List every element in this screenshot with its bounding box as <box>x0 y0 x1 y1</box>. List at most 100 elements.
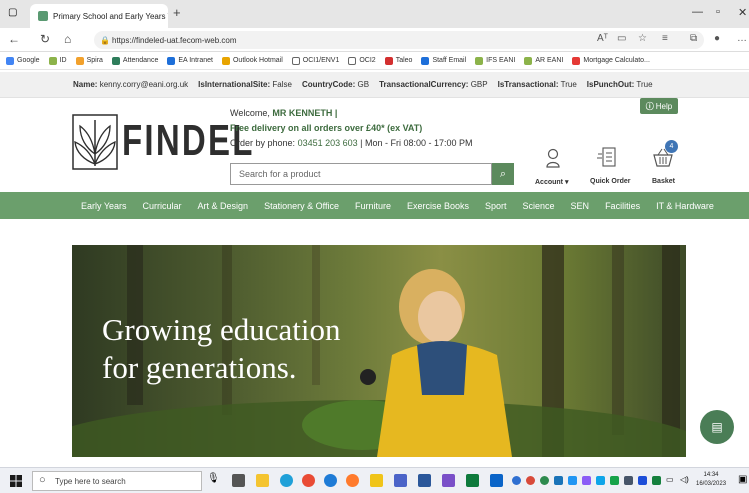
network-icon[interactable]: ▭ <box>666 475 674 484</box>
nav-item[interactable]: Facilities <box>605 201 640 211</box>
basket-count-badge: 4 <box>665 140 678 153</box>
site-favicon-icon <box>38 11 48 21</box>
notifications-icon[interactable]: ▣ <box>738 474 747 485</box>
info-country: CountryCode: GB <box>301 80 370 89</box>
info-transactional: IsTransactional: True <box>497 80 577 89</box>
tray-app-icon[interactable] <box>540 476 549 485</box>
restore-icon[interactable]: ▫ <box>716 6 720 18</box>
favorite-item[interactable]: Staff Email <box>421 56 466 65</box>
search-icon: ○ <box>39 474 46 486</box>
tray-app-icon[interactable] <box>526 476 535 485</box>
url-text: https://findeled-uat.fecom-web.com <box>112 35 237 45</box>
favorite-item[interactable]: OCI2 <box>348 56 376 65</box>
account-menu[interactable]: Account ▾ <box>535 178 568 186</box>
favorite-item[interactable]: Outlook Hotmail <box>221 56 283 65</box>
tray-app-icon[interactable] <box>624 476 633 485</box>
url-input[interactable]: 🔒 https://findeled-uat.fecom-web.com <box>94 31 704 49</box>
teams-icon[interactable] <box>394 474 407 487</box>
windows-taskbar: ○ Type here to search 🎙 ▭ ◁) 14:34 16/03… <box>0 467 749 493</box>
file-explorer-icon[interactable] <box>256 474 269 487</box>
chat-widget-button[interactable]: ▤ <box>700 410 734 444</box>
tab-active[interactable]: Primary School and Early Years T ✕ <box>30 4 168 28</box>
favorite-item[interactable]: Attendance <box>111 56 158 65</box>
microphone-icon[interactable]: 🎙 <box>207 473 220 484</box>
tray-app-icon[interactable] <box>512 476 521 485</box>
favorites-icon[interactable]: ≡ <box>662 33 668 44</box>
hero-headline: Growing education for generations. <box>102 312 341 385</box>
taskbar-search-input[interactable]: ○ Type here to search <box>32 471 202 491</box>
tray-app-icon[interactable] <box>596 476 605 485</box>
nav-item[interactable]: Science <box>523 201 555 211</box>
collections-icon[interactable]: ⧉ <box>690 33 697 44</box>
quick-order-link[interactable]: Quick Order <box>590 178 630 185</box>
tab-actions-icon[interactable]: ▢ <box>8 7 17 18</box>
word-icon[interactable] <box>418 474 431 487</box>
volume-icon[interactable]: ◁) <box>680 475 689 484</box>
windows-start-icon[interactable] <box>10 475 22 487</box>
back-icon[interactable]: ← <box>8 32 20 46</box>
tray-app-icon[interactable] <box>568 476 577 485</box>
read-aloud-icon[interactable]: Aᵀ <box>597 33 608 44</box>
chrome-icon[interactable] <box>302 474 315 487</box>
taskbar-clock[interactable]: 14:34 16/03/2023 <box>696 471 726 489</box>
tray-app-icon[interactable] <box>582 476 591 485</box>
favorite-item[interactable]: ID <box>48 56 67 65</box>
favorite-star-icon[interactable]: ☆ <box>638 33 647 44</box>
favorite-item[interactable]: Taleo <box>384 56 412 65</box>
category-nav: Early Years Curricular Art & Design Stat… <box>0 192 749 219</box>
edge-icon[interactable] <box>280 474 293 487</box>
address-bar-row: ← ↻ ⌂ 🔒 https://findeled-uat.fecom-web.c… <box>0 28 749 52</box>
browser-tab-bar: ▢ Primary School and Early Years T ✕ + —… <box>0 0 749 28</box>
firefox-icon[interactable] <box>346 474 359 487</box>
nav-item[interactable]: SEN <box>571 201 590 211</box>
quick-order-icon[interactable] <box>597 146 617 168</box>
product-search-input[interactable]: Search for a product <box>230 163 492 185</box>
nav-item[interactable]: Stationery & Office <box>264 201 339 211</box>
nav-item[interactable]: Art & Design <box>198 201 249 211</box>
internet-explorer-icon[interactable] <box>324 474 337 487</box>
split-screen-icon[interactable]: ▭ <box>617 33 626 44</box>
close-window-icon[interactable]: ✕ <box>738 6 747 19</box>
nav-item[interactable]: Exercise Books <box>407 201 469 211</box>
favorite-item[interactable]: AR EANI <box>524 56 563 65</box>
profile-icon[interactable]: ● <box>714 33 720 44</box>
welcome-message: Welcome, MR KENNETH | <box>230 108 338 118</box>
outlook-icon[interactable] <box>490 474 503 487</box>
basket-link[interactable]: Basket <box>652 178 675 185</box>
hero-banner[interactable]: Growing education for generations. <box>72 245 686 457</box>
nav-item[interactable]: IT & Hardware <box>656 201 714 211</box>
refresh-icon[interactable]: ↻ <box>40 32 50 46</box>
nav-item[interactable]: Furniture <box>355 201 391 211</box>
sticky-notes-icon[interactable] <box>370 474 383 487</box>
favorite-item[interactable]: OCI1/ENV1 <box>291 56 339 65</box>
account-user-icon[interactable] <box>546 148 560 168</box>
more-icon[interactable]: … <box>737 33 747 44</box>
tray-app-icon[interactable] <box>610 476 619 485</box>
findel-leaf-logo-icon[interactable] <box>72 114 118 170</box>
favorite-item[interactable]: Spira <box>75 56 103 65</box>
favorite-item[interactable]: Mortgage Calculato... <box>572 56 650 65</box>
phone-number-link[interactable]: 03451 203 603 <box>298 138 358 148</box>
task-view-icon[interactable] <box>232 474 245 487</box>
tray-app-icon[interactable] <box>638 476 647 485</box>
nav-item[interactable]: Sport <box>485 201 507 211</box>
session-info-bar: Name: kenny.corry@eani.org.uk IsInternat… <box>0 72 749 98</box>
onenote-icon[interactable] <box>442 474 455 487</box>
info-international: IsInternationalSite: False <box>198 80 292 89</box>
favorites-bar: Google ID Spira Attendance EA Intranet O… <box>0 52 749 70</box>
search-button[interactable]: ⌕ <box>492 163 514 185</box>
excel-icon[interactable] <box>466 474 479 487</box>
tray-app-icon[interactable] <box>554 476 563 485</box>
home-icon[interactable]: ⌂ <box>64 32 71 46</box>
nav-item[interactable]: Early Years <box>81 201 127 211</box>
help-button[interactable]: ⓘ Help <box>640 98 678 114</box>
favorite-item[interactable]: EA Intranet <box>167 56 213 65</box>
minimize-icon[interactable]: — <box>692 6 703 18</box>
chevron-down-icon: ▾ <box>564 179 569 186</box>
nav-item[interactable]: Curricular <box>143 201 182 211</box>
delivery-notice: Free delivery on all orders over £40* (e… <box>230 123 423 133</box>
favorite-item[interactable]: Google <box>6 56 40 65</box>
favorite-item[interactable]: IFS EANI <box>475 56 515 65</box>
tray-app-icon[interactable] <box>652 476 661 485</box>
new-tab-icon[interactable]: + <box>173 5 181 20</box>
